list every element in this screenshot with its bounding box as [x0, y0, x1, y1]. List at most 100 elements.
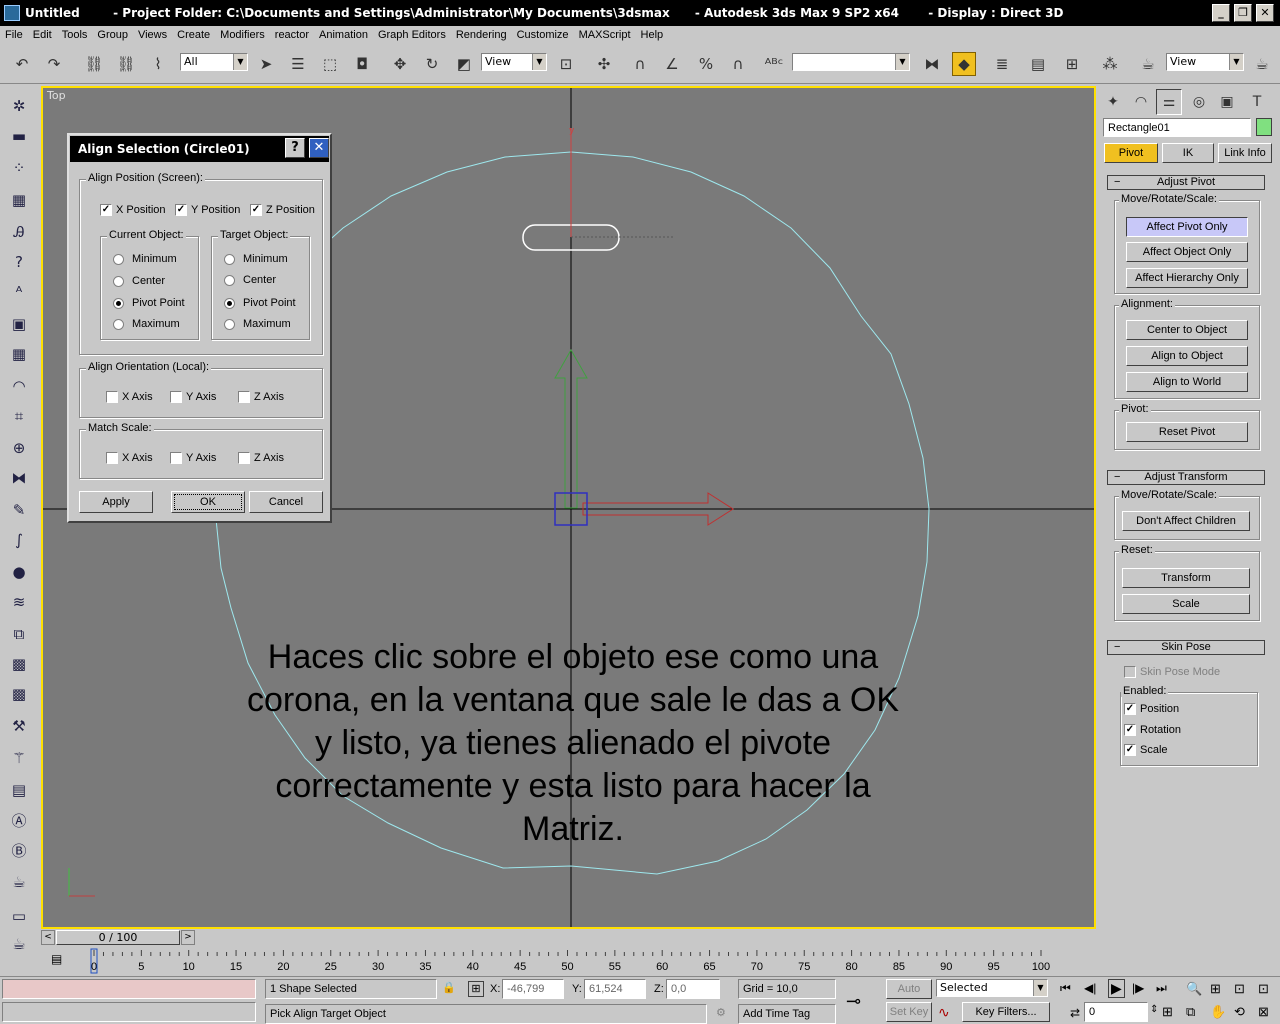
zoom-icon[interactable]: 🔍 — [1186, 981, 1202, 997]
target-center-radio[interactable]: Center — [224, 274, 276, 286]
link-info-tab-button[interactable]: Link Info — [1218, 143, 1272, 163]
next-frame-icon[interactable]: |▶ — [1132, 981, 1144, 995]
lock-icon[interactable]: 🔒 — [442, 981, 456, 994]
gauge-icon[interactable]: ◠ — [7, 374, 31, 398]
scale-y-axis-checkbox[interactable]: Y Axis — [170, 452, 216, 464]
affect-hierarchy-only-button[interactable]: Affect Hierarchy Only — [1126, 268, 1248, 288]
teapot-b-icon[interactable]: Ⓑ — [7, 838, 31, 862]
brush-icon[interactable]: ✎ — [7, 498, 31, 522]
scale-x-axis-checkbox[interactable]: X Axis — [106, 452, 153, 464]
checker-icon[interactable]: ▦ — [7, 188, 31, 212]
reset-pivot-button[interactable]: Reset Pivot — [1126, 422, 1248, 442]
apply-button[interactable]: Apply — [79, 491, 153, 513]
align-to-object-button[interactable]: Align to Object — [1126, 346, 1248, 366]
current-maximum-radio[interactable]: Maximum — [113, 318, 180, 330]
ik-tab-button[interactable]: IK — [1162, 143, 1214, 163]
bind-to-space-warp-icon[interactable]: ⌇ — [146, 52, 170, 76]
maxscript-output[interactable] — [2, 1002, 256, 1022]
dialog-close-button[interactable]: ✕ — [309, 138, 329, 158]
particle-icon[interactable]: ✲ — [7, 94, 31, 118]
cancel-button[interactable]: Cancel — [249, 491, 323, 513]
current-minimum-radio[interactable]: Minimum — [113, 253, 177, 265]
time-slider[interactable]: < 0 / 100 > — [41, 929, 1096, 946]
menu-rendering[interactable]: Rendering — [451, 29, 512, 41]
menu-reactor[interactable]: reactor — [270, 29, 314, 41]
menu-create[interactable]: Create — [172, 29, 215, 41]
percent-snap-icon[interactable]: % — [694, 52, 718, 76]
select-and-scale-icon[interactable]: ◩ — [452, 52, 476, 76]
crop-icon[interactable]: ⌗ — [7, 404, 31, 428]
z-position-checkbox[interactable]: ✓ Z Position — [250, 204, 315, 216]
reference-coordinate-dropdown[interactable]: View ▼ — [481, 53, 547, 71]
set-key-button[interactable]: Set Key — [886, 1002, 932, 1022]
unlink-selection-icon[interactable]: ⛓ — [114, 52, 138, 76]
teapot-c-icon[interactable]: ☕ — [7, 870, 31, 894]
key-mode-toggle-icon[interactable]: ⇄ — [1070, 1006, 1080, 1020]
app-icon[interactable] — [4, 5, 20, 21]
adjust-pivot-rollout-header[interactable]: − Adjust Pivot — [1107, 175, 1265, 190]
connect-icon[interactable]: ⧉ — [7, 622, 31, 646]
enabled-rotation-checkbox[interactable]: ✓ Rotation — [1124, 724, 1181, 736]
menu-tools[interactable]: Tools — [57, 29, 93, 41]
affect-object-only-button[interactable]: Affect Object Only — [1126, 242, 1248, 262]
menu-graph-editors[interactable]: Graph Editors — [373, 29, 451, 41]
menu-animation[interactable]: Animation — [314, 29, 373, 41]
utilities-tab-icon[interactable]: T — [1244, 89, 1270, 115]
region-zoom-icon[interactable]: ⧉ — [1186, 1004, 1195, 1020]
scale-z-axis-checkbox[interactable]: Z Axis — [238, 452, 284, 464]
menu-help[interactable]: Help — [636, 29, 669, 41]
grid-icon[interactable]: ▦ — [7, 342, 31, 366]
time-config-icon[interactable]: ⊞ — [1162, 1004, 1173, 1020]
quick-render-icon[interactable]: ☕ — [1250, 52, 1274, 76]
zoom-extents-icon[interactable]: ⊡ — [1234, 981, 1245, 997]
pattern2-icon[interactable]: ▩ — [7, 682, 31, 706]
menu-group[interactable]: Group — [92, 29, 133, 41]
mirror-tool-icon[interactable]: ⧓ — [7, 466, 31, 490]
zoom-extents-all-icon[interactable]: ⊡ — [1258, 981, 1269, 997]
text-shape-icon[interactable]: ᴬ — [7, 280, 31, 304]
object-color-swatch[interactable] — [1256, 118, 1272, 136]
question-icon[interactable]: ? — [7, 250, 31, 274]
snaps-toggle-icon[interactable]: ∩ — [628, 52, 652, 76]
undo-icon[interactable]: ↶ — [10, 52, 34, 76]
y-coordinate-field[interactable]: 61,524 — [584, 979, 646, 999]
layer-manager-icon[interactable]: ≣ — [990, 52, 1014, 76]
dialog-help-button[interactable]: ? — [285, 138, 305, 158]
current-pivot-point-radio[interactable]: Pivot Point — [113, 297, 185, 309]
play-icon[interactable]: ▶ — [1108, 979, 1125, 998]
render-scene-icon[interactable]: ☕ — [1136, 52, 1160, 76]
create-tab-icon[interactable]: ✦ — [1100, 89, 1126, 115]
orient-x-axis-checkbox[interactable]: X Axis — [106, 391, 153, 403]
rectangular-selection-icon[interactable]: ⬚ — [318, 52, 342, 76]
align-icon[interactable]: ◆ — [952, 52, 976, 76]
material-editor-icon[interactable]: ⁂ — [1098, 52, 1122, 76]
z-coordinate-field[interactable]: 0,0 — [666, 979, 720, 999]
skin-pose-mode-checkbox[interactable]: Skin Pose Mode — [1124, 666, 1220, 678]
edit-named-selection-icon[interactable]: ᴬᴮᶜ — [762, 52, 786, 76]
time-tag-icon[interactable]: ⚙ — [716, 1006, 726, 1019]
pan-icon[interactable]: ✋ — [1210, 1004, 1226, 1020]
display-tab-icon[interactable]: ▣ — [1214, 89, 1240, 115]
enabled-position-checkbox[interactable]: ✓ Position — [1124, 703, 1179, 715]
reset-scale-button[interactable]: Scale — [1122, 594, 1250, 614]
minimize-button[interactable]: _ — [1212, 4, 1230, 22]
track-bar[interactable]: ▤ 0 5 10 15 20 25 30 35 40 45 50 55 60 65 70 75 80 85 90 95… — [41, 948, 1096, 976]
crosshair-icon[interactable]: ⊕ — [7, 436, 31, 460]
go-to-end-icon[interactable]: ⏭ — [1156, 981, 1167, 996]
orient-y-axis-checkbox[interactable]: Y Axis — [170, 391, 216, 403]
render-view-dropdown[interactable]: View ▼ — [1166, 53, 1244, 71]
skin-pose-rollout-header[interactable]: − Skin Pose — [1107, 640, 1265, 655]
maxscript-listener[interactable] — [2, 979, 256, 999]
named-selection-sets-dropdown[interactable]: ▼ — [792, 53, 910, 71]
pattern-icon[interactable]: ▩ — [7, 652, 31, 676]
teapot-a-icon[interactable]: Ⓐ — [7, 808, 31, 832]
menu-modifiers[interactable]: Modifiers — [215, 29, 270, 41]
tools-icon[interactable]: ⚒ — [7, 714, 31, 738]
maximize-viewport-icon[interactable]: ⊠ — [1258, 1004, 1269, 1020]
target-maximum-radio[interactable]: Maximum — [224, 318, 291, 330]
pivot-tab-button[interactable]: Pivot — [1104, 143, 1158, 163]
select-and-rotate-icon[interactable]: ↻ — [420, 52, 444, 76]
add-time-tag-field[interactable]: Add Time Tag — [738, 1004, 836, 1024]
ok-button[interactable]: OK — [171, 491, 245, 513]
object-name-field[interactable]: Rectangle01 — [1103, 118, 1251, 137]
